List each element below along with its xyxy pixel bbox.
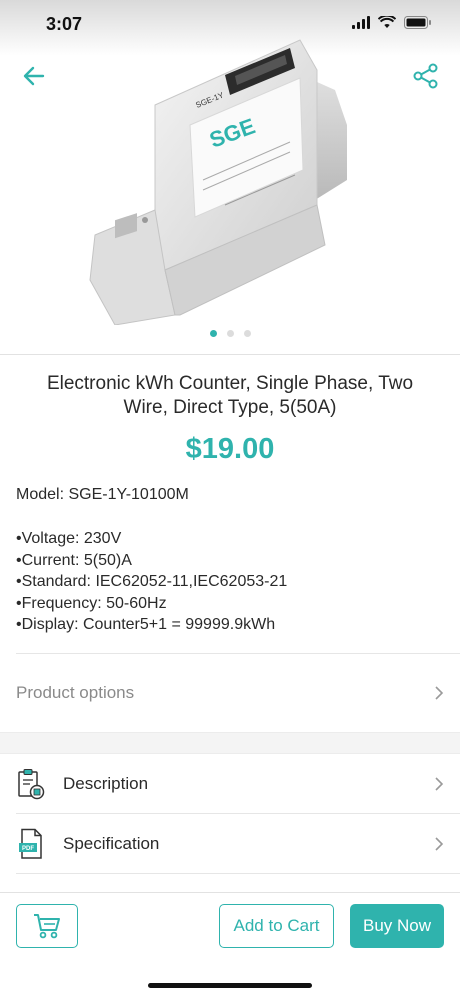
spec-item: Current: 5(50)A <box>16 550 287 572</box>
carousel-dot[interactable] <box>243 330 251 337</box>
cart-button[interactable] <box>16 904 78 948</box>
svg-text:PDF: PDF <box>22 846 34 852</box>
home-indicator[interactable] <box>148 983 312 988</box>
spec-item: Frequency: 50-60Hz <box>16 593 287 615</box>
description-row[interactable]: Description <box>0 754 460 814</box>
description-label: Description <box>63 774 149 793</box>
status-icons <box>352 16 432 29</box>
carousel-dot[interactable] <box>209 330 217 337</box>
share-button[interactable] <box>412 62 440 90</box>
battery-icon <box>404 16 431 29</box>
chevron-right-icon <box>435 837 444 851</box>
spec-list: Voltage: 230V Current: 5(50)A Standard: … <box>16 528 288 636</box>
status-bar: 3:07 <box>0 0 460 50</box>
product-price: $19.00 <box>185 433 275 465</box>
product-options-row[interactable]: Product options <box>0 654 460 732</box>
divider <box>0 354 460 355</box>
back-arrow-icon <box>23 66 45 86</box>
back-button[interactable] <box>20 62 48 90</box>
product-title: Electronic kWh Counter, Single Phase, Tw… <box>46 373 414 418</box>
specification-label: Specification <box>63 834 160 853</box>
carousel-indicator <box>0 330 460 337</box>
add-to-cart-button[interactable]: Add to Cart <box>219 904 334 948</box>
spec-item: Voltage: 230V <box>16 528 287 550</box>
wifi-icon <box>378 16 396 28</box>
buy-now-button[interactable]: Buy Now <box>350 904 444 948</box>
chevron-right-icon <box>435 777 444 791</box>
product-model: Model: SGE-1Y-10100M <box>16 486 189 503</box>
signal-icon <box>352 16 370 29</box>
product-image-carousel[interactable]: SGE SGE-1Y <box>0 0 460 354</box>
section-separator <box>0 732 460 754</box>
shopping-cart-icon <box>34 914 60 939</box>
product-photo: SGE SGE-1Y <box>89 39 347 325</box>
share-icon <box>413 63 438 89</box>
product-options-label: Product options <box>16 683 135 702</box>
pdf-document-icon: PDF <box>16 827 46 861</box>
spec-item: Display: Counter5+1 = 99999.9kWh <box>16 614 287 636</box>
specification-row[interactable]: PDF Specification <box>0 814 460 874</box>
status-time: 3:07 <box>46 14 83 34</box>
bottom-action-bar: Add to Cart Buy Now <box>0 892 460 996</box>
spec-item: Standard: IEC62052-11,IEC62053-21 <box>16 571 288 593</box>
carousel-dot[interactable] <box>226 330 234 337</box>
chevron-right-icon <box>435 686 444 700</box>
clipboard-box-icon <box>16 767 46 801</box>
